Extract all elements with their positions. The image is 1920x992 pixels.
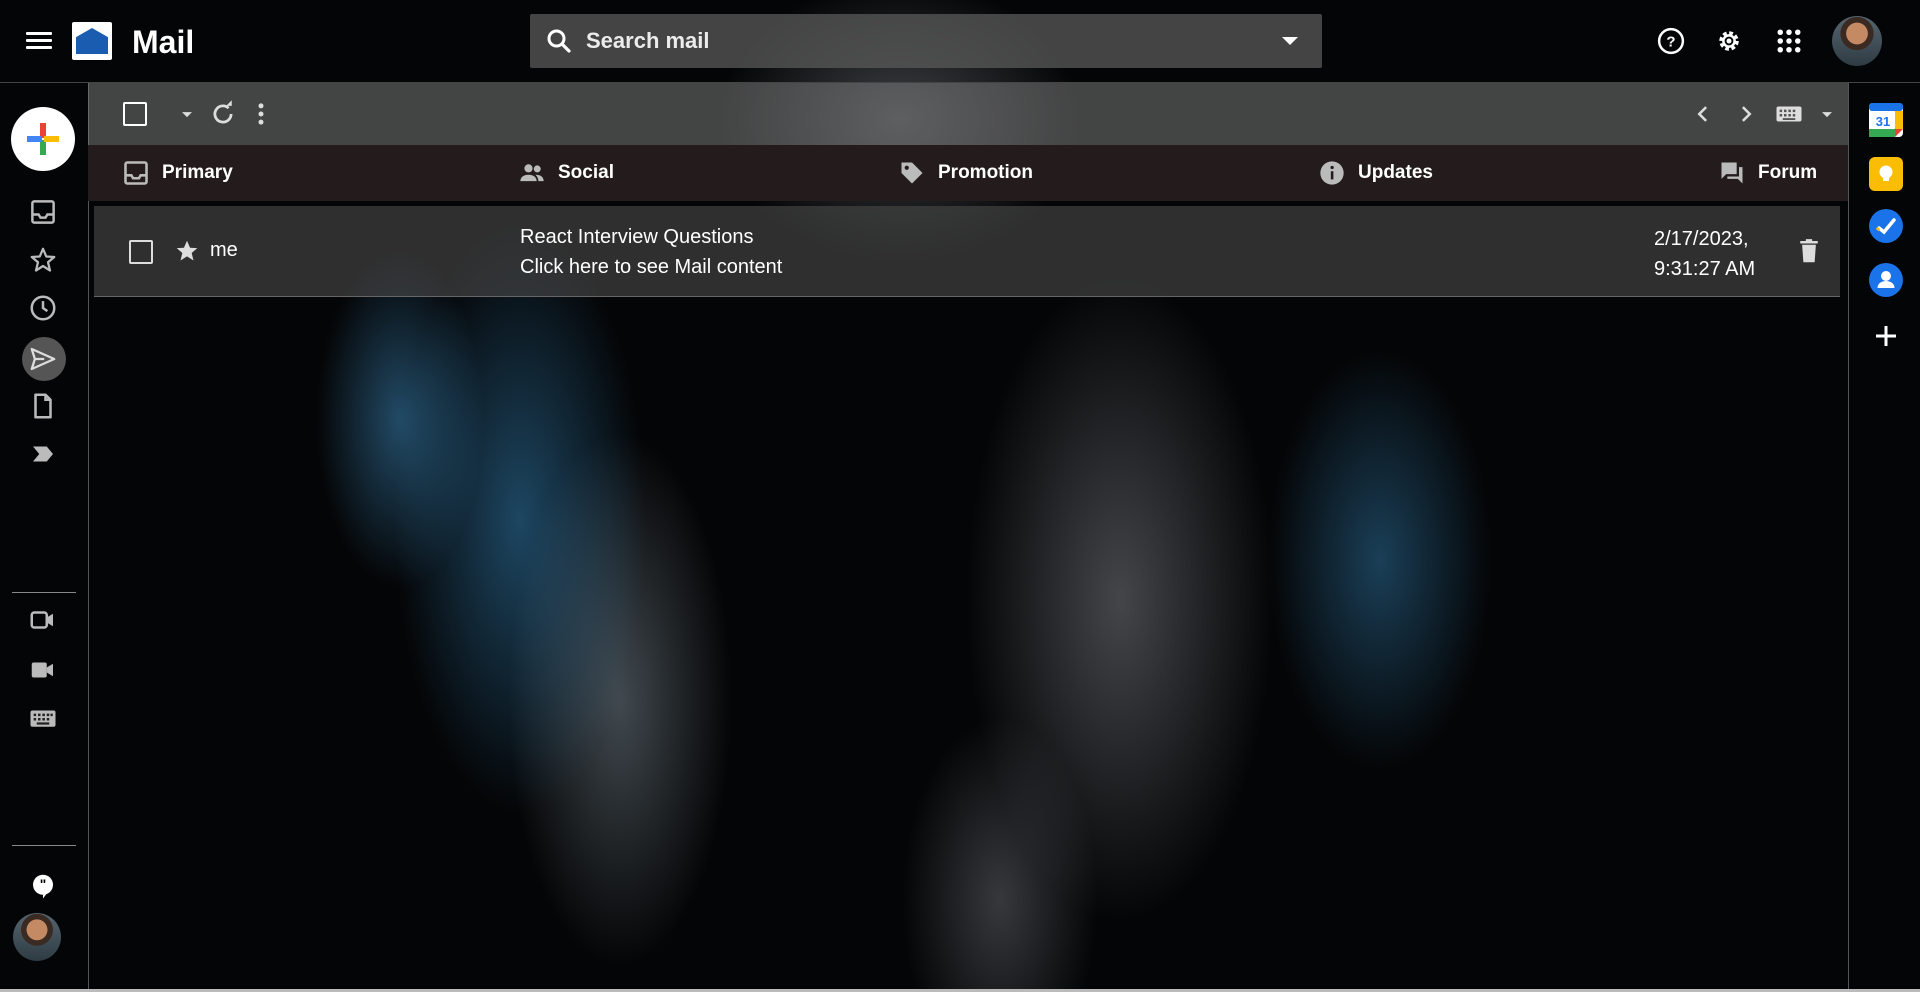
- apps-grid-icon[interactable]: [1774, 26, 1804, 56]
- clock-icon[interactable]: [28, 293, 58, 323]
- select-all-checkbox[interactable]: [123, 102, 147, 126]
- search-icon[interactable]: [544, 26, 574, 56]
- right-side-panel: 31: [1848, 83, 1920, 992]
- email-row[interactable]: me React Interview Questions Click here …: [94, 206, 1840, 297]
- select-dropdown-chevron-down-icon[interactable]: [172, 99, 202, 129]
- email-subject: React Interview Questions: [520, 226, 754, 248]
- tab-label: Promotion: [938, 162, 1033, 183]
- tab-forum[interactable]: Forum: [1718, 145, 1817, 201]
- mail-logo-icon: @: [72, 22, 112, 60]
- tasks-check-icon[interactable]: [1869, 209, 1903, 243]
- info-icon: [1318, 159, 1346, 187]
- compose-button[interactable]: [11, 107, 75, 171]
- search-input[interactable]: [584, 27, 1282, 55]
- email-time-line: 9:31:27 AM: [1654, 258, 1756, 280]
- email-date: 2/17/2023, 9:31:27 AM: [1654, 224, 1755, 284]
- keyboard-icon[interactable]: [28, 703, 58, 733]
- mail-toolbar: [88, 83, 1848, 145]
- tab-primary[interactable]: Primary: [122, 145, 233, 201]
- keep-lightbulb-icon[interactable]: [1869, 157, 1903, 191]
- label-important-icon[interactable]: [28, 439, 58, 469]
- profile-avatar[interactable]: [13, 913, 61, 961]
- category-tabs: Primary Social Promotion Updates Forum: [88, 145, 1848, 201]
- help-icon[interactable]: ?: [1656, 26, 1686, 56]
- svg-text:": ": [40, 877, 47, 892]
- email-checkbox[interactable]: [129, 240, 153, 264]
- document-icon[interactable]: [28, 391, 58, 421]
- search-bar: [530, 14, 1322, 68]
- tab-label: Primary: [162, 162, 233, 183]
- chat-bubble-icon[interactable]: ": [28, 871, 58, 901]
- input-tools-chevron-down-icon[interactable]: [1812, 99, 1842, 129]
- video-add-icon[interactable]: [28, 605, 58, 635]
- people-icon: [518, 159, 546, 187]
- left-sidebar: ": [0, 83, 89, 992]
- tab-promotion[interactable]: Promotion: [898, 145, 1033, 201]
- refresh-icon[interactable]: [208, 99, 238, 129]
- star-icon[interactable]: [28, 245, 58, 275]
- email-snippet: Click here to see Mail content: [520, 256, 783, 278]
- calendar-day: 31: [1876, 114, 1890, 129]
- videocam-icon[interactable]: [28, 655, 58, 685]
- more-vert-icon[interactable]: [246, 99, 276, 129]
- input-tools-keyboard-icon[interactable]: [1774, 99, 1804, 129]
- search-options-chevron-down-icon[interactable]: [1282, 37, 1298, 45]
- delete-trash-icon[interactable]: [1794, 236, 1824, 266]
- add-addon-plus-icon[interactable]: [1869, 319, 1903, 353]
- email-sender: me: [210, 239, 238, 261]
- forum-icon: [1718, 159, 1746, 187]
- newer-chevron-left-icon[interactable]: [1688, 99, 1718, 129]
- inbox-icon[interactable]: [28, 197, 58, 227]
- tab-social[interactable]: Social: [518, 145, 614, 201]
- svg-text:?: ?: [1666, 34, 1675, 51]
- app-title: Mail: [132, 24, 195, 60]
- settings-gear-icon[interactable]: [1714, 26, 1744, 56]
- tab-label: Forum: [1758, 162, 1818, 183]
- tab-label: Updates: [1358, 162, 1433, 183]
- send-icon[interactable]: [28, 344, 58, 374]
- rail-divider: [12, 592, 76, 593]
- rail-divider: [12, 845, 76, 846]
- contacts-person-icon[interactable]: [1869, 263, 1903, 297]
- tab-label: Social: [558, 162, 614, 183]
- main-menu-button[interactable]: [24, 28, 54, 54]
- star-icon[interactable]: [174, 238, 200, 264]
- email-date-line: 2/17/2023,: [1654, 228, 1749, 250]
- tag-icon: [898, 159, 926, 187]
- account-avatar[interactable]: [1832, 16, 1882, 66]
- calendar-icon[interactable]: 31: [1869, 103, 1903, 137]
- inbox-icon: [122, 159, 150, 187]
- top-header: @ Mail ?: [0, 0, 1920, 82]
- older-chevron-right-icon[interactable]: [1731, 99, 1761, 129]
- tab-updates[interactable]: Updates: [1318, 145, 1433, 201]
